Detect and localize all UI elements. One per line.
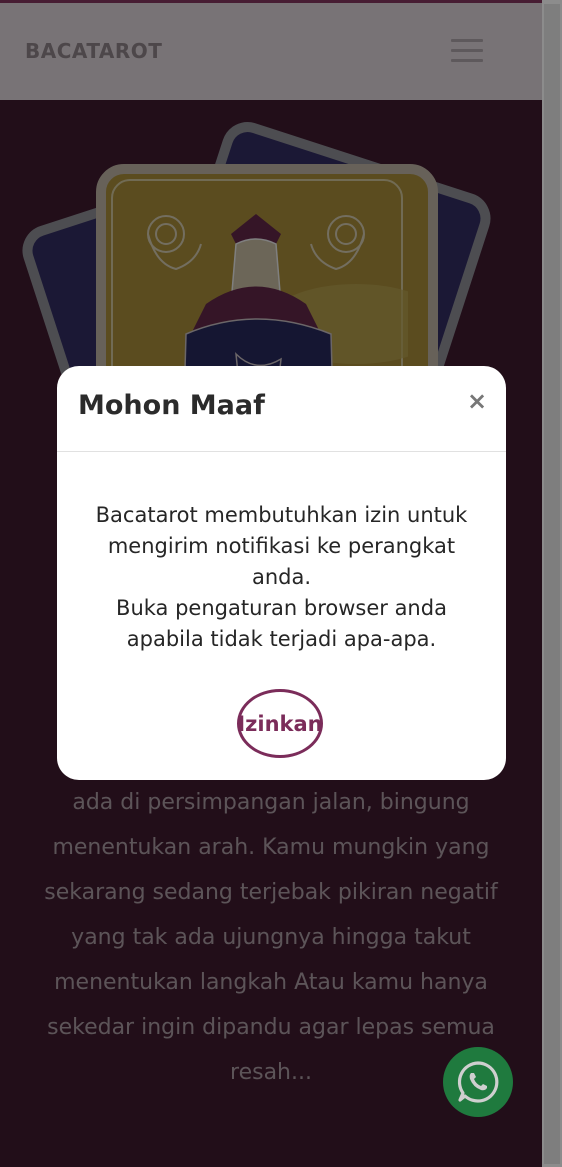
scrollbar[interactable]: [542, 0, 562, 1167]
modal-title: Mohon Maaf: [78, 390, 265, 421]
modal-message-line: Buka pengaturan browser anda: [116, 596, 447, 620]
whatsapp-button[interactable]: [443, 1047, 513, 1117]
scrollbar-thumb[interactable]: [544, 4, 560, 1164]
modal-message-line: anda.: [251, 565, 312, 589]
allow-notifications-button[interactable]: Izinkan: [237, 689, 323, 758]
modal-message-line: apabila tidak terjadi apa-apa.: [126, 627, 437, 651]
modal-message: Bacatarot membutuhkan izin untuk mengiri…: [77, 500, 486, 655]
modal-message-line: mengirim notifikasi ke perangkat: [107, 534, 456, 558]
modal-message-line: Bacatarot membutuhkan izin untuk: [95, 503, 468, 527]
modal-header: Mohon Maaf ×: [57, 366, 506, 452]
close-icon[interactable]: ×: [465, 388, 489, 414]
whatsapp-icon: [457, 1061, 499, 1103]
permission-modal: Mohon Maaf × Bacatarot membutuhkan izin …: [57, 366, 506, 780]
